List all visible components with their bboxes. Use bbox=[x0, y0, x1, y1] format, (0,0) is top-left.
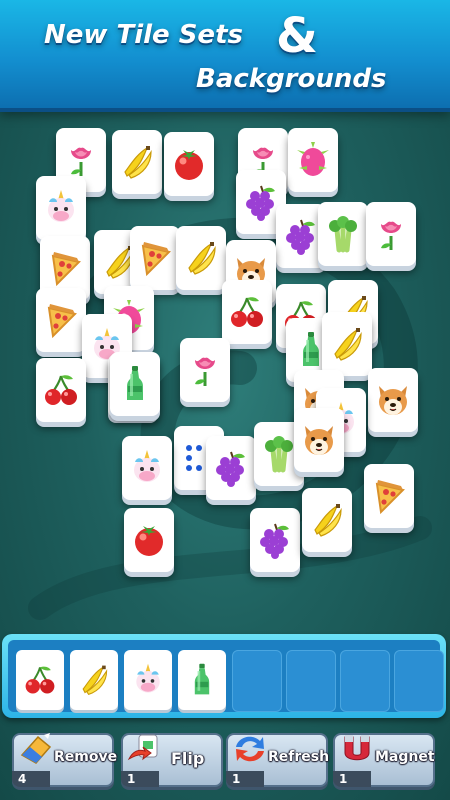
grapes-icon bbox=[255, 520, 295, 560]
tray-slot-empty bbox=[340, 650, 390, 712]
dog-icon bbox=[299, 420, 339, 460]
tray-inner bbox=[8, 640, 444, 712]
board-tile[interactable] bbox=[176, 226, 226, 290]
flip-label: Flip bbox=[171, 749, 205, 768]
tray-slot-empty bbox=[286, 650, 336, 712]
rose-icon bbox=[185, 350, 225, 390]
grapes-icon bbox=[281, 216, 321, 256]
tray-slot-filled bbox=[70, 650, 118, 710]
banana-icon bbox=[327, 324, 367, 364]
board-tile[interactable] bbox=[294, 408, 344, 472]
refresh-icon bbox=[230, 729, 270, 769]
tray-slot-filled bbox=[16, 650, 64, 710]
board-tile[interactable] bbox=[36, 176, 86, 240]
tray-slot-empty bbox=[232, 650, 282, 712]
board-tile[interactable] bbox=[164, 132, 214, 196]
dragonfruit-icon bbox=[293, 140, 333, 180]
tomato-icon bbox=[129, 520, 169, 560]
tile-tray bbox=[2, 634, 446, 718]
board-tile[interactable] bbox=[250, 508, 300, 572]
banana-icon bbox=[307, 500, 347, 540]
magnet-count: 1 bbox=[333, 771, 371, 787]
remove-button[interactable]: Remove 4 bbox=[12, 733, 118, 787]
banana-icon bbox=[117, 142, 157, 182]
unicorn-icon bbox=[41, 188, 81, 228]
board-tile[interactable] bbox=[180, 338, 230, 402]
pizza-icon bbox=[369, 476, 409, 516]
magnet-button[interactable]: Magnet 1 bbox=[333, 733, 435, 787]
tray-slot-filled bbox=[124, 650, 172, 710]
board-tile[interactable] bbox=[288, 128, 338, 192]
board-tile[interactable] bbox=[36, 288, 86, 352]
refresh-button[interactable]: Refresh 1 bbox=[226, 733, 330, 787]
rose-icon bbox=[61, 140, 101, 180]
board-tile[interactable] bbox=[124, 508, 174, 572]
board-tile[interactable] bbox=[112, 130, 162, 194]
banner-line-1: New Tile Sets bbox=[44, 20, 243, 50]
banner-ampersand: & bbox=[276, 8, 318, 64]
cherry-icon bbox=[227, 292, 267, 332]
celery-icon bbox=[259, 434, 299, 474]
cherry-icon bbox=[41, 370, 81, 410]
grapes-icon bbox=[211, 448, 251, 488]
flip-button[interactable]: Flip 1 bbox=[121, 733, 223, 787]
magnet-label: Magnet bbox=[375, 749, 435, 765]
grapes-icon bbox=[241, 182, 281, 222]
tomato-icon bbox=[169, 144, 209, 184]
refresh-count: 1 bbox=[226, 771, 264, 787]
board-tile[interactable] bbox=[366, 202, 416, 266]
tray-slot-filled bbox=[178, 650, 226, 710]
tray-slot-empty bbox=[394, 650, 444, 712]
board-tile[interactable] bbox=[364, 464, 414, 528]
remove-label: Remove bbox=[54, 749, 118, 765]
pizza-icon bbox=[45, 248, 85, 288]
board-tile[interactable] bbox=[318, 202, 368, 266]
dog-icon bbox=[373, 380, 413, 420]
banner-line-2: Backgrounds bbox=[196, 64, 387, 94]
board-tile[interactable] bbox=[122, 436, 172, 500]
pizza-icon bbox=[41, 300, 81, 340]
board-tile[interactable] bbox=[302, 488, 352, 552]
tile-board bbox=[0, 108, 450, 628]
rose-icon bbox=[371, 214, 411, 254]
board-tile[interactable] bbox=[322, 312, 372, 376]
remove-count: 4 bbox=[12, 771, 50, 787]
celery-icon bbox=[323, 214, 363, 254]
flip-count: 1 bbox=[121, 771, 159, 787]
pizza-icon bbox=[135, 238, 175, 278]
bottle-icon bbox=[115, 364, 155, 404]
board-tile[interactable] bbox=[206, 436, 256, 500]
board-tile[interactable] bbox=[368, 368, 418, 432]
refresh-label: Refresh bbox=[268, 749, 330, 765]
board-tile[interactable] bbox=[130, 226, 180, 290]
board-tile[interactable] bbox=[222, 280, 272, 344]
unicorn-icon bbox=[127, 448, 167, 488]
banana-icon bbox=[181, 238, 221, 278]
board-tile[interactable] bbox=[110, 352, 160, 416]
board-tile[interactable] bbox=[36, 358, 86, 422]
promo-banner: New Tile Sets & Backgrounds bbox=[0, 0, 450, 112]
flip-icon bbox=[125, 729, 165, 769]
remove-icon bbox=[16, 729, 56, 769]
magnet-icon bbox=[337, 729, 377, 769]
